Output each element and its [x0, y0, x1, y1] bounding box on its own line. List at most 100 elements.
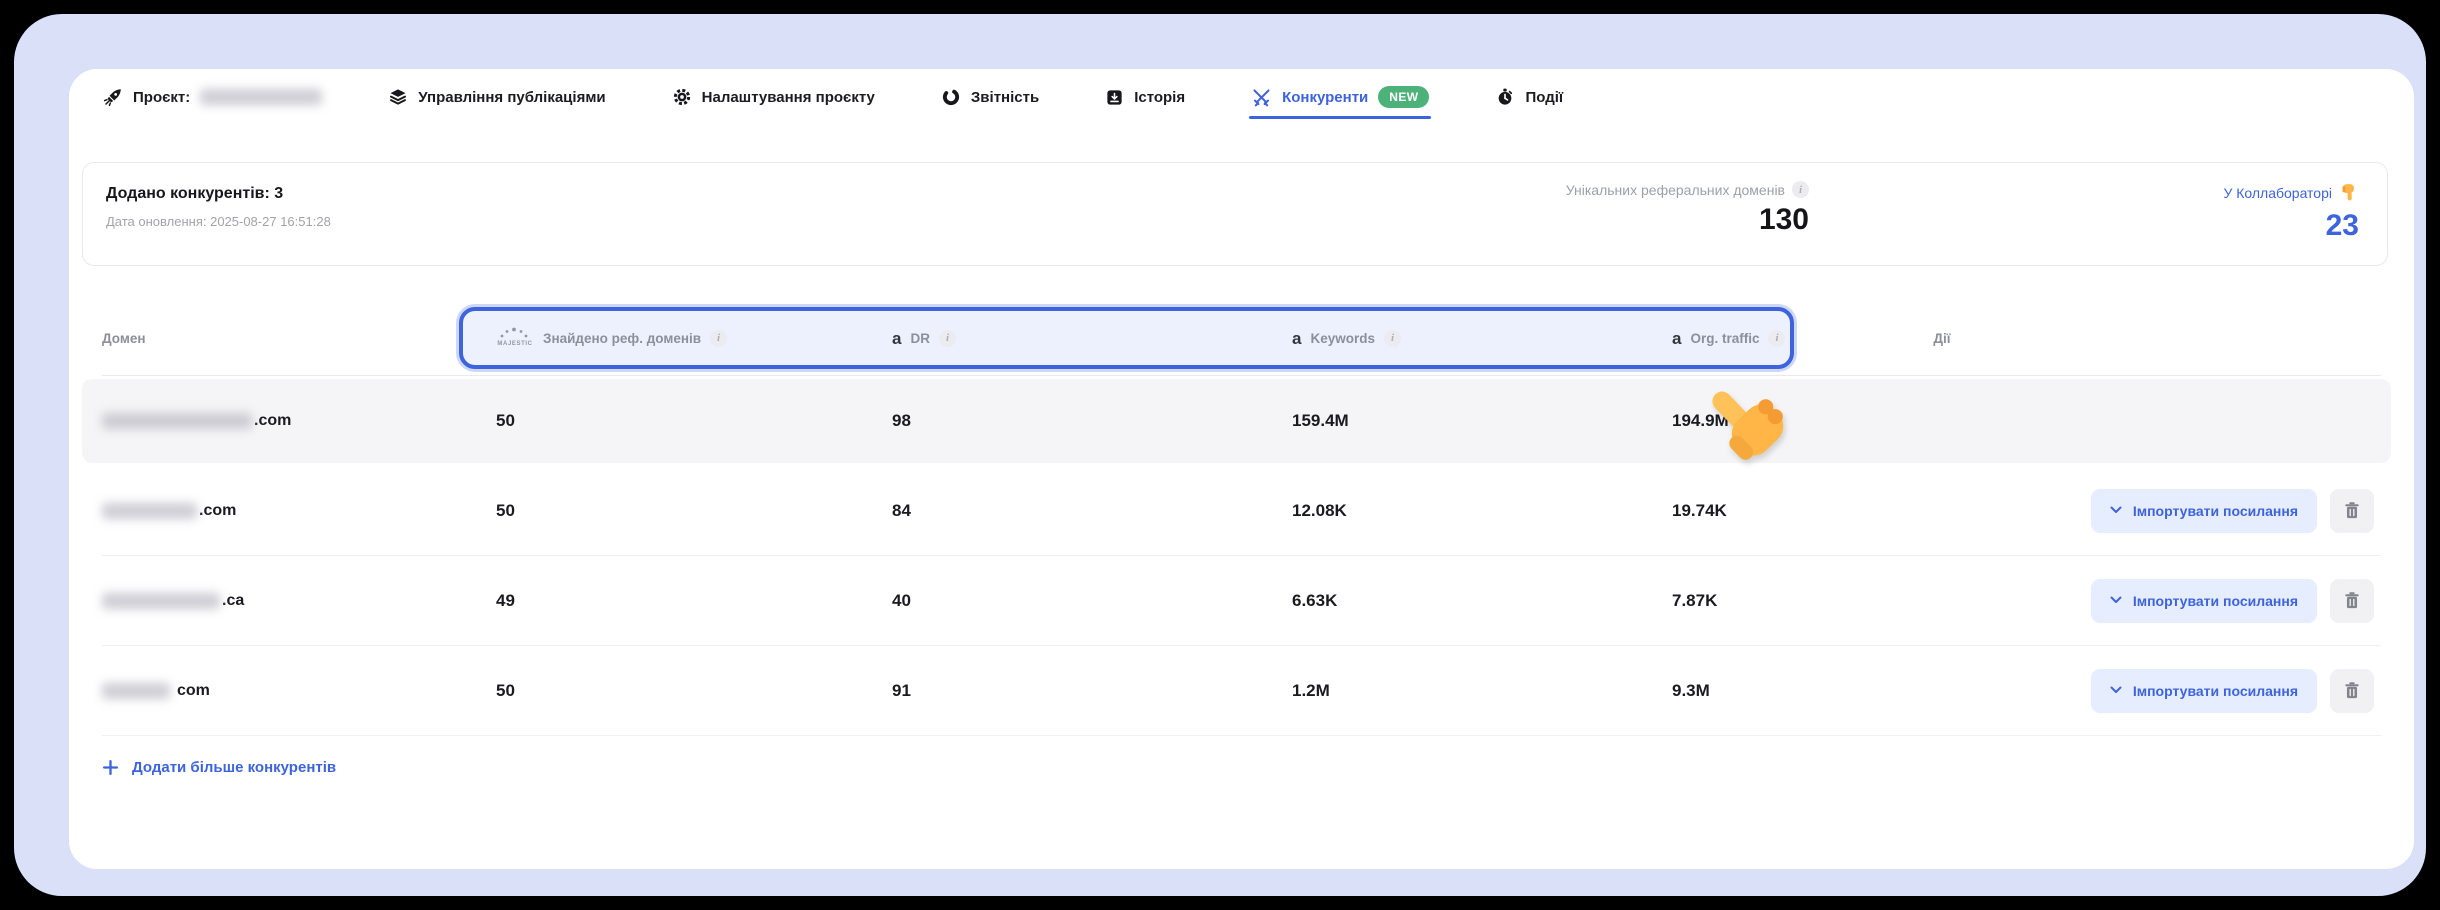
gear-icon	[672, 87, 692, 107]
unique-ref-domains-value: 130	[1566, 203, 1809, 237]
domain-suffix: .ca	[222, 592, 244, 610]
keywords-cell: 1.2M	[1292, 646, 1330, 735]
in-collaborator-block: У Коллабораторі 23	[2223, 181, 2359, 243]
info-icon[interactable]: i	[939, 330, 956, 347]
ahrefs-logo-icon: a	[892, 330, 901, 347]
add-more-competitors-label: Додати більше конкурентів	[132, 759, 336, 776]
org-traffic-cell: 9.3M	[1672, 646, 1710, 735]
chevron-down-icon	[2110, 506, 2122, 515]
unique-ref-domains-label-row: Унікальних реферальних доменів i	[1566, 181, 1809, 198]
added-competitors-block: Додано конкурентів: 3 Дата оновлення: 20…	[106, 185, 331, 229]
stopwatch-icon	[1495, 87, 1515, 107]
tab-label: Історія	[1134, 89, 1185, 106]
import-links-label: Імпортувати посилання	[2133, 503, 2298, 519]
tab-label: Події	[1525, 89, 1563, 106]
added-competitors-value: 3	[274, 185, 283, 202]
column-label: Org. traffic	[1690, 331, 1759, 346]
dr-cell: 91	[892, 646, 911, 735]
chevron-down-icon	[2110, 596, 2122, 605]
found-ref-domains-cell: 50	[496, 376, 515, 466]
info-icon[interactable]: i	[710, 330, 727, 347]
tab-reporting[interactable]: Звітність	[941, 87, 1039, 107]
column-header-actions: Дії	[1802, 306, 2082, 370]
unique-ref-domains-label: Унікальних реферальних доменів	[1566, 182, 1785, 198]
competitors-summary-bar: Додано конкурентів: 3 Дата оновлення: 20…	[82, 162, 2388, 266]
column-header-org-traffic: a Org. traffic i	[1672, 306, 1785, 370]
import-links-button[interactable]: Імпортувати посилання	[2091, 579, 2317, 623]
update-date: Дата оновлення: 2025-08-27 16:51:28	[106, 214, 331, 229]
add-more-competitors-link[interactable]: Додати більше конкурентів	[102, 759, 336, 776]
trash-icon	[2343, 591, 2361, 610]
tab-history[interactable]: Історія	[1105, 88, 1185, 107]
keywords-cell: 6.63K	[1292, 556, 1337, 645]
row-actions: Імпортувати посилання	[2091, 646, 2374, 735]
majestic-logo-icon: MAJESTIC	[496, 324, 534, 353]
tab-project-settings[interactable]: Налаштування проєкту	[672, 87, 875, 107]
masked-domain	[102, 413, 252, 429]
column-label: Keywords	[1310, 331, 1375, 346]
trash-icon	[2343, 681, 2361, 700]
domain-cell: .com	[102, 376, 291, 466]
added-competitors-label: Додано конкурентів:	[106, 185, 270, 202]
delete-competitor-button[interactable]	[2330, 669, 2374, 713]
org-traffic-cell: 19.74K	[1672, 466, 1727, 555]
crossed-swords-icon	[1251, 87, 1272, 108]
info-icon[interactable]: i	[1384, 330, 1401, 347]
masked-domain	[102, 683, 170, 699]
column-header-dr: a DR i	[892, 306, 956, 370]
competitors-table: Домен MAJESTIC Знайдено реф. доменів i	[102, 306, 2381, 736]
tab-label: Налаштування проєкту	[702, 89, 875, 106]
domain-cell: com	[102, 646, 210, 735]
tab-label: Конкуренти	[1282, 89, 1368, 106]
table-row[interactable]: .com 50 84 12.08K 19.74K Імпортувати пос…	[102, 466, 2381, 556]
tab-label: Управління публікаціями	[418, 89, 605, 106]
column-header-domain: Домен	[102, 306, 146, 370]
nav-project-label: Проєкт:	[133, 89, 190, 106]
layers-icon	[388, 87, 408, 107]
table-row[interactable]: .com 50 98 159.4M 194.9M	[102, 376, 2381, 466]
in-collaborator-value: 23	[2223, 209, 2359, 243]
column-label: Домен	[102, 331, 146, 346]
dr-cell: 84	[892, 466, 911, 555]
org-traffic-cell: 7.87K	[1672, 556, 1717, 645]
hand-down-icon	[2339, 181, 2359, 204]
domain-suffix: com	[177, 682, 210, 700]
found-ref-domains-cell: 50	[496, 466, 515, 555]
tab-competitors[interactable]: Конкуренти NEW	[1251, 86, 1429, 108]
plus-icon	[102, 759, 119, 776]
tab-events[interactable]: Події	[1495, 87, 1563, 107]
in-collaborator-label-row: У Коллабораторі	[2223, 181, 2359, 204]
domain-suffix: .com	[254, 412, 291, 430]
keywords-cell: 159.4M	[1292, 376, 1349, 466]
info-icon[interactable]: i	[1792, 181, 1809, 198]
delete-competitor-button[interactable]	[2330, 489, 2374, 533]
domain-cell: .ca	[102, 556, 244, 645]
dr-cell: 40	[892, 556, 911, 645]
import-links-button[interactable]: Імпортувати посилання	[2091, 489, 2317, 533]
ahrefs-logo-icon: a	[1672, 330, 1681, 347]
import-links-label: Імпортувати посилання	[2133, 593, 2298, 609]
app-card: Проєкт: Управління публікаціями	[69, 69, 2414, 869]
unique-ref-domains-block: Унікальних реферальних доменів i 130	[1566, 181, 1809, 237]
info-icon[interactable]: i	[1768, 330, 1785, 347]
nav-project[interactable]: Проєкт:	[102, 87, 322, 108]
column-header-found-ref-domains: MAJESTIC Знайдено реф. доменів i	[496, 306, 727, 370]
table-row[interactable]: .ca 49 40 6.63K 7.87K Імпортувати посила…	[102, 556, 2381, 646]
dr-cell: 98	[892, 376, 911, 466]
new-badge: NEW	[1378, 86, 1429, 108]
table-row[interactable]: com 50 91 1.2M 9.3M Імпортувати посиланн…	[102, 646, 2381, 736]
table-header-row: Домен MAJESTIC Знайдено реф. доменів i	[102, 306, 2381, 376]
found-ref-domains-cell: 49	[496, 556, 515, 645]
import-links-button[interactable]: Імпортувати посилання	[2091, 669, 2317, 713]
row-actions: Імпортувати посилання	[2091, 466, 2374, 555]
column-label: Знайдено реф. доменів	[543, 331, 701, 346]
column-label: Дії	[1933, 331, 1950, 346]
masked-domain	[102, 503, 197, 519]
column-header-keywords: a Keywords i	[1292, 306, 1401, 370]
delete-competitor-button[interactable]	[2330, 579, 2374, 623]
keywords-cell: 12.08K	[1292, 466, 1347, 555]
tab-publications[interactable]: Управління публікаціями	[388, 87, 605, 107]
rocket-icon	[102, 87, 123, 108]
row-actions: Імпортувати посилання	[2091, 556, 2374, 645]
domain-cell: .com	[102, 466, 236, 555]
